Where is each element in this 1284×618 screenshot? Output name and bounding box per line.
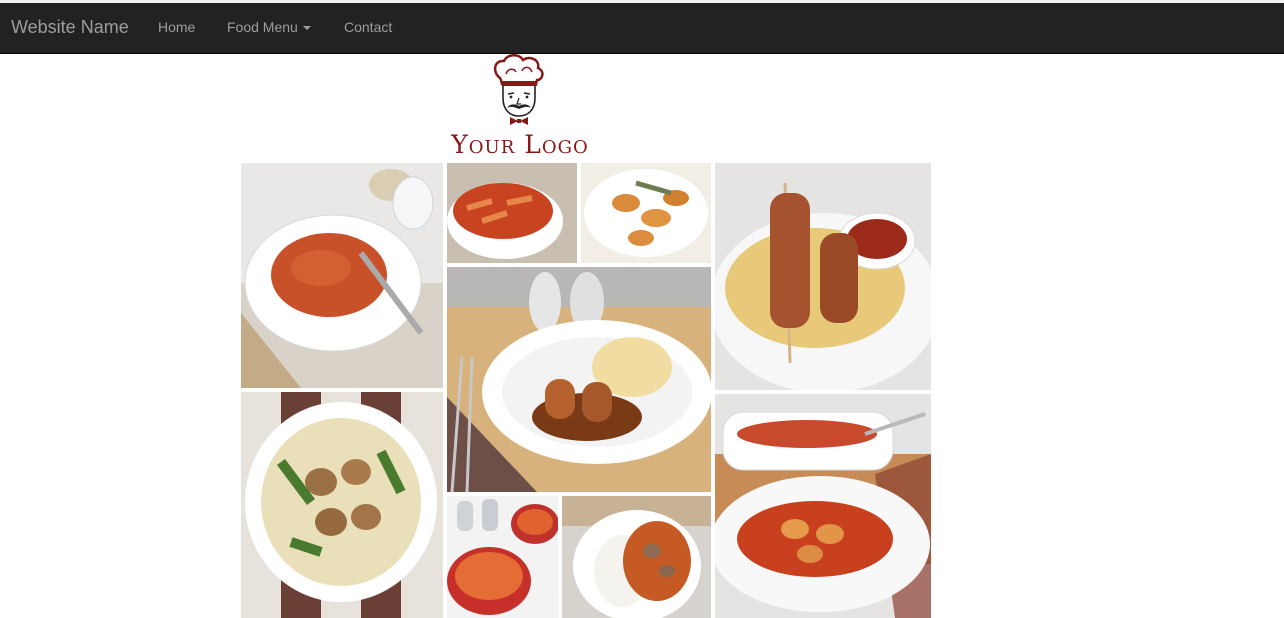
food-photo-risotto[interactable] bbox=[241, 163, 443, 388]
food-photo-kebab[interactable] bbox=[715, 163, 931, 390]
food-photo-baked-gnocchi[interactable] bbox=[715, 394, 931, 618]
food-photo-meatball-pasta[interactable] bbox=[241, 392, 443, 618]
nav-food-menu-label: Food Menu bbox=[227, 19, 298, 35]
nav-food-menu-dropdown[interactable]: Food Menu bbox=[227, 3, 311, 54]
food-photo-spaghetti[interactable] bbox=[447, 496, 558, 618]
food-photo-gnocchi[interactable] bbox=[581, 163, 711, 263]
navbar: Website Name Home Food Menu Contact bbox=[0, 3, 1284, 54]
site-logo[interactable]: Your Logo bbox=[444, 54, 596, 160]
logo-text: Your Logo bbox=[451, 130, 589, 159]
food-photo-penne[interactable] bbox=[447, 163, 577, 263]
nav-contact-link[interactable]: Contact bbox=[344, 3, 392, 54]
caret-down-icon bbox=[302, 26, 311, 31]
chef-icon bbox=[493, 54, 544, 125]
brand-link[interactable]: Website Name bbox=[11, 3, 129, 54]
nav-home-link[interactable]: Home bbox=[158, 3, 195, 54]
food-photo-sausages-mash[interactable] bbox=[447, 267, 711, 492]
food-photo-curry-rice[interactable] bbox=[562, 496, 711, 618]
